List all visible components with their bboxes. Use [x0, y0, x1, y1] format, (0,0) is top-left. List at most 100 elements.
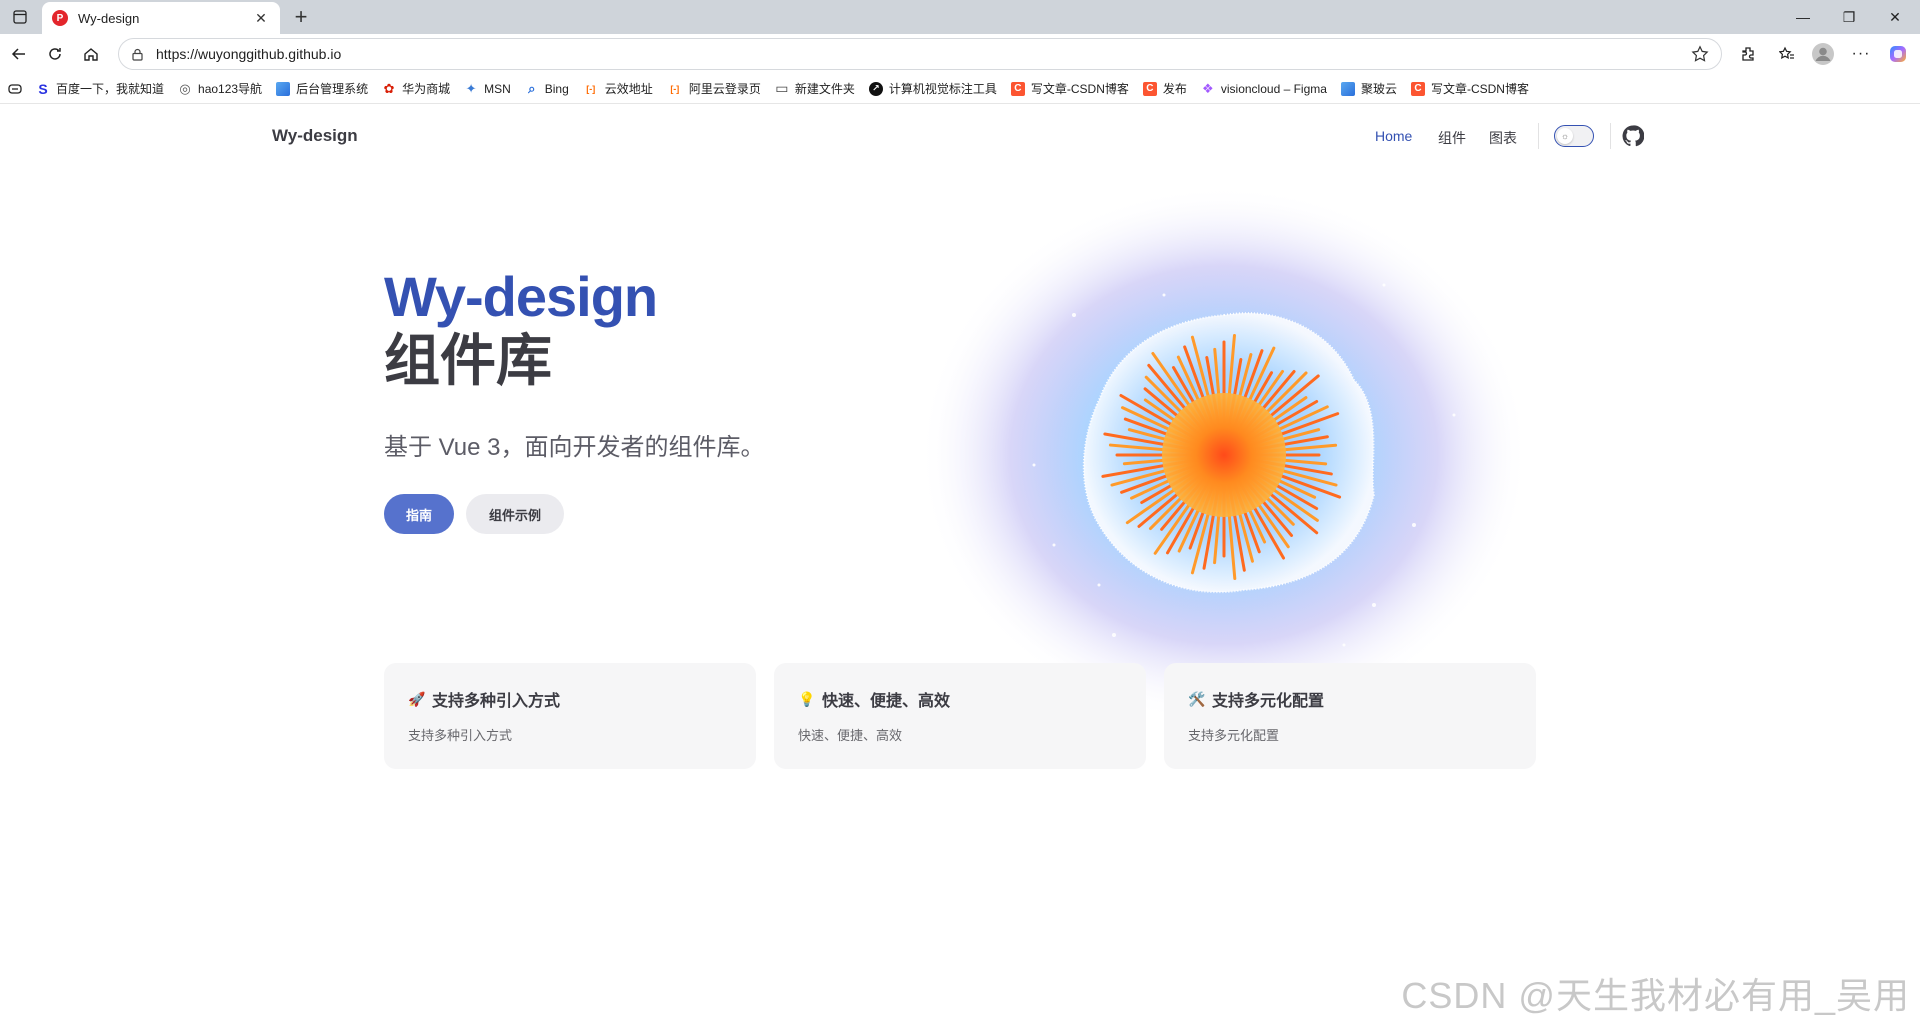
site-brand[interactable]: Wy-design: [272, 126, 358, 146]
appearance-toggle[interactable]: ☼: [1554, 125, 1594, 147]
copilot-icon[interactable]: [1885, 41, 1911, 67]
feature-title: 支持多元化配置: [1212, 693, 1325, 710]
bookmark-label: 后台管理系统: [296, 82, 369, 96]
feature-title: 支持多种引入方式: [432, 693, 561, 710]
home-icon[interactable]: [78, 41, 104, 67]
nav-link-components[interactable]: 组件: [1438, 128, 1466, 148]
bookmark-search-icon: ⌕: [528, 80, 536, 96]
guide-button[interactable]: 指南: [384, 494, 454, 534]
bookmark-csdn-icon: C: [1410, 81, 1425, 96]
favorites-icon[interactable]: [1774, 41, 1800, 67]
bookmark-item[interactable]: [-] 阿里云登录页: [667, 80, 761, 97]
feature-card: 🛠️ 支持多元化配置 支持多元化配置: [1164, 663, 1536, 769]
bookmark-figma-icon: ❖: [1202, 80, 1214, 96]
bookmark-label: 新建文件夹: [794, 82, 855, 96]
feature-details: 支持多种引入方式: [408, 728, 513, 743]
bookmark-baidu-icon: S: [38, 80, 48, 97]
bookmark-csdn-icon: C: [1010, 81, 1025, 96]
feature-details: 快速、便捷、高效: [798, 728, 903, 743]
hero-particle-sphere-image: [919, 185, 1529, 725]
bookmark-aliyun-icon: [-]: [670, 83, 680, 94]
tab-actions-icon[interactable]: [10, 7, 30, 27]
bookmark-label: 阿里云登录页: [688, 82, 761, 96]
bookmark-label: 聚玻云: [1360, 82, 1397, 96]
restore-icon[interactable]: ❐: [1826, 0, 1872, 34]
bookmark-label: 写文章-CSDN博客: [1030, 82, 1129, 96]
url-text[interactable]: https://wuyonggithub.github.io: [156, 46, 341, 62]
bookmark-item[interactable]: ✿ 华为商城: [382, 80, 450, 97]
hero-name: Wy-design: [384, 265, 658, 328]
lightbulb-icon: 💡: [798, 690, 816, 707]
close-tab-icon[interactable]: ✕: [252, 10, 270, 27]
bookmark-globe-icon: ◎: [179, 80, 191, 96]
bookmark-label: visioncloud – Figma: [1220, 81, 1327, 96]
bookmark-label: 写文章-CSDN博客: [1430, 82, 1529, 96]
hero-text: 组件库: [384, 329, 552, 392]
bookmark-item[interactable]: C 写文章-CSDN博客: [1010, 80, 1129, 97]
bookmark-item[interactable]: C 写文章-CSDN博客: [1410, 80, 1529, 97]
bookmarks-menu[interactable]: [8, 82, 22, 96]
nav-link-home[interactable]: Home: [1375, 128, 1412, 144]
feature-card: 💡 快速、便捷、高效 快速、便捷、高效: [774, 663, 1146, 769]
extensions-icon[interactable]: [1735, 41, 1761, 67]
sun-icon: ☼: [1557, 128, 1573, 144]
lock-icon[interactable]: [131, 48, 144, 61]
tab-title: Wy-design: [78, 10, 140, 26]
bookmark-item[interactable]: ❖ visioncloud – Figma: [1201, 80, 1327, 96]
feature-title: 快速、便捷、高效: [822, 693, 951, 710]
bookmark-item[interactable]: ◎ hao123导航: [178, 80, 262, 97]
bookmark-label: 百度一下，我就知道: [56, 82, 165, 96]
bookmark-folder-blue-icon: [1340, 81, 1355, 96]
examples-button[interactable]: 组件示例: [466, 494, 564, 534]
new-tab-button[interactable]: +: [288, 4, 314, 30]
bookmark-folder-blue-icon: [276, 81, 291, 96]
bookmark-item[interactable]: [-] 云效地址: [583, 80, 653, 97]
tab-favicon-icon: P: [52, 10, 68, 26]
bookmark-label: hao123导航: [198, 82, 263, 96]
tab-bar: P Wy-design ✕ + — ❐ ✕: [0, 0, 1920, 34]
site-navbar: Wy-design Home 组件 图表 ☼: [4, 105, 1916, 169]
bookmark-item[interactable]: ⌕ Bing: [525, 80, 569, 96]
bookmark-label: 发布: [1162, 82, 1187, 96]
bookmark-label: MSN: [484, 81, 511, 96]
bookmark-folder-icon: ▭: [775, 80, 789, 96]
bookmark-item[interactable]: C 发布: [1142, 80, 1187, 97]
minimize-icon[interactable]: —: [1780, 0, 1826, 34]
feature-card: 🚀 支持多种引入方式 支持多种引入方式: [384, 663, 756, 769]
tools-icon: 🛠️: [1188, 690, 1206, 707]
bookmark-item[interactable]: S 百度一下，我就知道: [36, 80, 164, 97]
active-tab[interactable]: P Wy-design ✕: [42, 2, 280, 34]
bookmark-item[interactable]: 后台管理系统: [276, 80, 368, 97]
hero-tagline: 基于 Vue 3，面向开发者的组件库。: [384, 434, 765, 461]
bookmark-item[interactable]: ✦ MSN: [464, 80, 511, 96]
feature-details: 支持多元化配置: [1188, 728, 1280, 743]
address-bar[interactable]: https://wuyonggithub.github.io: [118, 38, 1722, 70]
bookmark-arrow-icon: ↗: [868, 81, 883, 96]
bookmark-aliyun-icon: [-]: [586, 83, 596, 94]
bookmark-huawei-icon: ✿: [383, 80, 395, 96]
bookmark-item[interactable]: 聚玻云: [1340, 80, 1397, 97]
profile-avatar-icon[interactable]: [1810, 41, 1836, 67]
bookmark-label: Bing: [544, 81, 569, 96]
bookmark-item[interactable]: ▭ 新建文件夹: [775, 80, 855, 97]
csdn-watermark: CSDN @天生我材必有用_吴用: [1401, 975, 1910, 1016]
github-icon[interactable]: [1622, 125, 1644, 147]
bookmark-label: 计算机视觉标注工具: [888, 82, 997, 96]
browser-toolbar: https://wuyonggithub.github.io ···: [0, 34, 1920, 74]
bookmark-label: 华为商城: [402, 82, 451, 96]
rocket-icon: 🚀: [408, 690, 426, 707]
more-options-icon[interactable]: ···: [1848, 41, 1874, 67]
bookmark-msn-icon: ✦: [465, 80, 477, 96]
back-icon[interactable]: [6, 41, 32, 67]
favorite-star-icon[interactable]: [1691, 45, 1709, 63]
page-viewport: Wy-design Home 组件 图表 ☼ Wy-design 组件库 基于 …: [4, 105, 1916, 1027]
nav-divider: [1610, 123, 1611, 149]
close-window-icon[interactable]: ✕: [1872, 0, 1918, 34]
refresh-icon[interactable]: [42, 41, 68, 67]
bookmark-csdn-icon: C: [1142, 81, 1157, 96]
bookmark-item[interactable]: ↗ 计算机视觉标注工具: [868, 80, 997, 97]
reading-list-icon: [8, 83, 22, 94]
bookmark-label: 云效地址: [604, 82, 653, 96]
nav-link-charts[interactable]: 图表: [1489, 128, 1517, 148]
bookmarks-bar: S 百度一下，我就知道 ◎ hao123导航 后台管理系统 ✿ 华为商城 ✦ MSN ⌕…: [0, 74, 1920, 104]
